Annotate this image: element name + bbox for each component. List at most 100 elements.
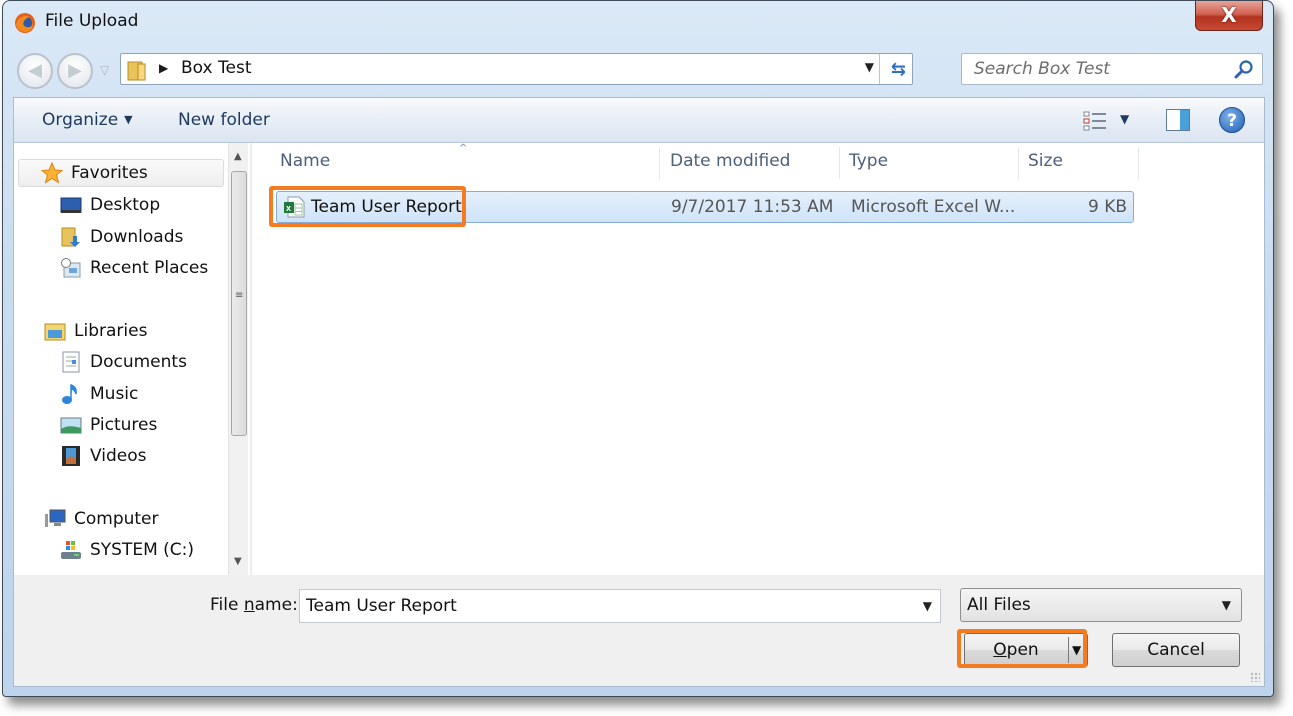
cancel-button[interactable]: Cancel [1112,633,1240,667]
sidebar-item-favorites[interactable]: Favorites [18,159,224,187]
refresh-icon[interactable]: ⇆ [891,59,906,80]
chevron-down-icon: ▼ [124,113,133,126]
sidebar-item-desktop[interactable]: Desktop [60,191,160,219]
file-name-label: File name: [210,595,298,615]
sidebar-item-system-c[interactable]: SYSTEM (C:) [60,536,194,564]
breadcrumb-separator[interactable]: ▶ [159,61,168,75]
search-placeholder: Search Box Test [974,59,1110,79]
folder-icon [127,61,146,81]
sidebar-item-downloads[interactable]: Downloads [60,223,183,251]
column-separator[interactable] [1018,147,1019,179]
scroll-down-icon[interactable]: ▼ [234,556,242,567]
help-icon[interactable]: ? [1219,107,1245,133]
resize-grip[interactable] [1250,672,1260,682]
pictures-icon [60,417,82,434]
music-icon [62,383,77,404]
scroll-thumb[interactable]: ≡ [231,171,247,436]
dialog-footer: File name: Team User Report ▼ All Files … [13,575,1265,687]
forward-arrow-icon: ▶ [68,60,82,81]
sidebar-item-libraries[interactable]: Libraries [44,317,147,345]
svg-text:x: x [286,203,291,213]
file-row-team-user-report[interactable]: x Team User Report 9/7/2017 11:53 AM Mic… [276,191,1134,223]
file-name-value[interactable]: Team User Report [306,596,457,616]
back-button[interactable]: ◀ [17,53,53,89]
file-size: 9 KB [1087,197,1127,217]
grip-icon: ≡ [235,290,244,301]
back-arrow-icon: ◀ [28,60,42,81]
address-bar[interactable]: ▶ Box Test ▼ ⇆ [120,53,913,85]
recent-locations-dropdown[interactable]: ▽ [100,63,109,77]
drive-icon [61,541,81,559]
new-folder-button[interactable]: New folder [178,110,270,130]
split-divider [1068,637,1069,663]
forward-button[interactable]: ▶ [57,53,93,89]
sidebar-item-music[interactable]: Music [60,380,138,408]
libraries-icon [44,323,66,341]
sidebar-item-label: Favorites [71,163,148,183]
change-view-icon[interactable] [1083,110,1107,132]
column-header-date-modified[interactable]: Date modified [670,151,790,181]
file-type-value: All Files [967,595,1031,615]
column-header-size[interactable]: Size [1028,151,1063,181]
sidebar-item-computer[interactable]: Computer [44,505,159,533]
file-list: Name ^ Date modified Type Size x Team Us… [252,143,1264,575]
sidebar-item-label: Recent Places [90,258,209,278]
file-date-modified: 9/7/2017 11:53 AM [671,197,834,217]
browser-body: Favorites Desktop Downloads Recent Place… [13,143,1265,575]
open-label: Open [993,640,1039,660]
column-separator[interactable] [1138,147,1139,179]
sidebar-item-label: Libraries [74,321,148,341]
file-type-dropdown-icon[interactable]: ▼ [1222,598,1231,612]
title-bar: File Upload X [3,1,1273,45]
column-separator[interactable] [659,147,660,179]
excel-file-icon: x [284,196,305,218]
sort-ascending-icon: ^ [459,143,468,154]
view-options-dropdown[interactable]: ▼ [1120,112,1129,126]
organize-label: Organize [42,110,119,130]
sidebar-item-recent-places[interactable]: Recent Places [60,254,208,282]
navigation-pane: Favorites Desktop Downloads Recent Place… [14,143,236,575]
breadcrumb-box-test[interactable]: Box Test [181,58,251,78]
window-title: File Upload [45,11,139,31]
sidebar-item-documents[interactable]: Documents [60,348,187,376]
downloads-icon [61,227,80,247]
file-name-input[interactable]: Team User Report ▼ [299,589,941,623]
open-button[interactable]: Open ▼ [964,633,1088,667]
file-type-select[interactable]: All Files ▼ [960,588,1242,622]
column-header-type[interactable]: Type [849,151,888,181]
close-button[interactable]: X [1195,1,1263,31]
desktop-icon [60,197,82,213]
file-name: Team User Report [311,197,462,217]
sidebar-item-label: Pictures [90,415,158,435]
address-dropdown-icon[interactable]: ▼ [865,60,874,74]
preview-pane-icon[interactable] [1166,109,1190,131]
scroll-up-icon[interactable]: ▲ [234,151,242,162]
file-upload-dialog: File Upload X ◀ ▶ ▽ ▶ Box Test ▼ ⇆ Searc… [2,0,1274,697]
recent-places-icon [61,258,81,278]
sidebar-item-label: Downloads [90,227,184,247]
column-header-name[interactable]: Name [280,151,330,181]
organize-button[interactable]: Organize ▼ [42,110,133,130]
sidebar-scrollbar[interactable]: ▲ ≡ ▼ [228,143,248,575]
sidebar-item-label: Computer [74,509,159,529]
computer-icon [45,509,66,527]
sidebar-item-label: Documents [90,352,187,372]
column-separator[interactable] [839,147,840,179]
sidebar-item-label: Music [90,384,139,404]
file-name-dropdown-icon[interactable]: ▼ [923,599,932,613]
firefox-icon [15,13,35,33]
sidebar-item-label: Desktop [90,195,161,215]
sidebar-item-pictures[interactable]: Pictures [60,411,157,439]
address-separator [879,54,880,84]
sidebar-item-label: SYSTEM (C:) [90,540,195,560]
videos-icon [62,446,80,466]
file-type: Microsoft Excel W... [851,197,1016,217]
open-options-dropdown-icon[interactable]: ▼ [1072,634,1081,666]
star-icon [41,162,63,184]
search-input[interactable]: Search Box Test [961,53,1263,85]
documents-icon [62,351,80,373]
sidebar-item-label: Videos [90,446,147,466]
search-icon[interactable] [1234,59,1254,79]
command-toolbar: Organize ▼ New folder ▼ ? [13,97,1265,143]
sidebar-item-videos[interactable]: Videos [60,442,147,470]
